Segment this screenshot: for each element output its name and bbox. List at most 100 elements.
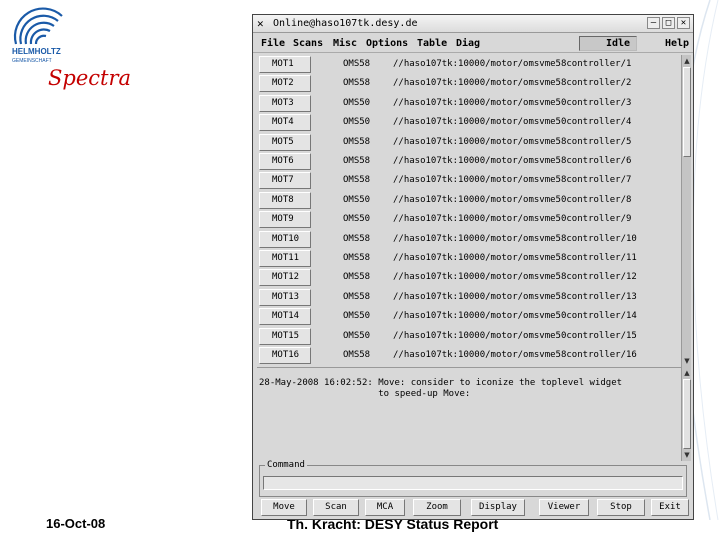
scroll-up-icon[interactable]: ▲ <box>682 368 692 378</box>
motor-button[interactable]: MOT4 <box>259 114 311 132</box>
minimize-icon[interactable]: – <box>647 17 660 29</box>
motor-button[interactable]: MOT15 <box>259 327 311 345</box>
motor-button[interactable]: MOT6 <box>259 153 311 170</box>
menu-help[interactable]: Help <box>665 38 689 49</box>
command-input[interactable] <box>263 476 683 490</box>
motor-row: MOT6 OMS58 //haso107tk:10000/motor/omsvme5… <box>257 153 681 171</box>
motor-path: //haso107tk:10000/motor/omsvme58controll… <box>393 291 637 302</box>
motor-type: OMS50 <box>343 97 371 108</box>
zoom-button[interactable]: Zoom <box>413 499 461 516</box>
status-idle: Idle <box>579 36 637 51</box>
motor-button[interactable]: MOT16 <box>259 347 311 364</box>
motor-button[interactable]: MOT9 <box>259 211 311 229</box>
motor-type: OMS50 <box>343 117 371 128</box>
motor-row: MOT9 OMS50 //haso107tk:10000/motor/omsvme5… <box>257 211 681 229</box>
motor-button[interactable]: MOT14 <box>259 308 311 326</box>
motor-row: MOT14 OMS50 //haso107tk:10000/motor/omsvme… <box>257 308 681 326</box>
motor-path: //haso107tk:10000/motor/omsvme58controll… <box>393 272 637 283</box>
motor-path: //haso107tk:10000/motor/omsvme58controll… <box>393 350 637 360</box>
scan-button[interactable]: Scan <box>313 499 359 516</box>
motor-button[interactable]: MOT10 <box>259 230 311 248</box>
menu-file[interactable]: File <box>261 38 285 49</box>
motor-row: MOT8 OMS50 //haso107tk:10000/motor/omsvme5… <box>257 191 681 210</box>
menu-table[interactable]: Table <box>417 38 447 49</box>
online-window: ✕ Online@haso107tk.desy.de – □ ✕ File Sc… <box>252 14 694 520</box>
motor-row: MOT16 OMS58 //haso107tk:10000/motor/omsvme… <box>257 347 681 365</box>
motor-path: //haso107tk:10000/motor/omsvme50controll… <box>393 311 637 322</box>
logo-subtext: GEMEINSCHAFT <box>12 58 52 64</box>
window-titlebar[interactable]: ✕ Online@haso107tk.desy.de – □ ✕ <box>253 15 693 33</box>
log-scrollbar[interactable]: ▲ ▼ <box>681 367 691 461</box>
motor-row: MOT5 OMS58 //haso107tk:10000/motor/omsvme5… <box>257 133 681 152</box>
stop-button[interactable]: Stop <box>597 499 645 516</box>
motor-type: OMS58 <box>343 233 371 244</box>
scroll-thumb[interactable] <box>683 379 691 449</box>
scroll-thumb[interactable] <box>683 67 691 157</box>
footer-date: 16-Oct-08 <box>46 516 106 531</box>
viewer-button[interactable]: Viewer <box>539 499 589 516</box>
motor-list: MOT1 OMS58 //haso107tk:10000/motor/omsvme5… <box>257 55 681 367</box>
motor-path: //haso107tk:10000/motor/omsvme58controll… <box>393 59 632 69</box>
scroll-down-icon[interactable]: ▼ <box>682 450 692 460</box>
motor-button[interactable]: MOT1 <box>259 56 311 73</box>
menubar: File Scans Misc Options Table Diag Idle … <box>253 34 693 53</box>
motor-row: MOT2 OMS58 //haso107tk:10000/motor/omsvme5… <box>257 75 681 93</box>
close-icon[interactable]: ✕ <box>677 17 690 29</box>
motor-row: MOT3 OMS50 //haso107tk:10000/motor/omsvme5… <box>257 94 681 113</box>
motor-type: OMS58 <box>343 78 371 89</box>
motor-button[interactable]: MOT7 <box>259 172 311 190</box>
motor-path: //haso107tk:10000/motor/omsvme50controll… <box>393 194 632 205</box>
motor-list-scrollbar[interactable]: ▲ ▼ <box>681 55 691 367</box>
command-label: Command <box>265 460 307 470</box>
motor-path: //haso107tk:10000/motor/omsvme58controll… <box>393 175 632 186</box>
motor-button[interactable]: MOT12 <box>259 269 311 287</box>
exit-button[interactable]: Exit <box>651 499 689 516</box>
motor-type: OMS58 <box>343 156 371 166</box>
motor-row: MOT1 OMS58 //haso107tk:10000/motor/omsvme5… <box>257 56 681 74</box>
motor-row: MOT7 OMS58 //haso107tk:10000/motor/omsvme5… <box>257 172 681 190</box>
motor-row: MOT10 OMS58 //haso107tk:10000/motor/omsvme… <box>257 230 681 249</box>
scroll-down-icon[interactable]: ▼ <box>682 356 692 366</box>
window-menu-icon[interactable]: ✕ <box>257 17 264 30</box>
move-button[interactable]: Move <box>261 499 307 516</box>
motor-row: MOT12 OMS58 //haso107tk:10000/motor/omsvme… <box>257 269 681 287</box>
motor-path: //haso107tk:10000/motor/omsvme58controll… <box>393 156 632 166</box>
motor-type: OMS58 <box>343 291 371 302</box>
motor-button[interactable]: MOT3 <box>259 94 311 112</box>
motor-path: //haso107tk:10000/motor/omsvme58controll… <box>393 78 632 89</box>
menu-scans[interactable]: Scans <box>293 38 323 49</box>
motor-row: MOT4 OMS50 //haso107tk:10000/motor/omsvme5… <box>257 114 681 132</box>
motor-type: OMS58 <box>343 253 371 263</box>
log-panel: 28-May-2008 16:02:52: Move: consider to … <box>257 367 681 461</box>
motor-row: MOT11 OMS58 //haso107tk:10000/motor/omsvme… <box>257 250 681 268</box>
motor-type: OMS58 <box>343 136 371 147</box>
action-bar: Move Scan MCA Zoom Display Viewer Stop E… <box>257 499 689 519</box>
mca-button[interactable]: MCA <box>365 499 405 516</box>
motor-type: OMS50 <box>343 194 371 205</box>
window-title: Online@haso107tk.desy.de <box>273 18 418 29</box>
motor-type: OMS58 <box>343 350 371 360</box>
motor-path: //haso107tk:10000/motor/omsvme50controll… <box>393 117 632 128</box>
motor-row: MOT15 OMS50 //haso107tk:10000/motor/omsvme… <box>257 327 681 346</box>
motor-row: MOT13 OMS58 //haso107tk:10000/motor/omsvme… <box>257 288 681 307</box>
motor-button[interactable]: MOT5 <box>259 133 311 151</box>
logo-text: HELMHOLTZ <box>12 47 61 56</box>
helmholtz-logo: HELMHOLTZ GEMEINSCHAFT <box>12 7 63 64</box>
motor-type: OMS50 <box>343 330 371 341</box>
motor-path: //haso107tk:10000/motor/omsvme50controll… <box>393 97 632 108</box>
motor-type: OMS50 <box>343 311 371 322</box>
motor-path: //haso107tk:10000/motor/omsvme58controll… <box>393 136 632 147</box>
motor-type: OMS50 <box>343 214 371 225</box>
motor-button[interactable]: MOT11 <box>259 250 311 267</box>
menu-misc[interactable]: Misc <box>333 38 357 49</box>
display-button[interactable]: Display <box>471 499 525 516</box>
motor-button[interactable]: MOT13 <box>259 288 311 306</box>
menu-options[interactable]: Options <box>366 38 408 49</box>
motor-path: //haso107tk:10000/motor/omsvme50controll… <box>393 214 632 225</box>
log-line: 28-May-2008 16:02:52: Move: consider to … <box>259 378 623 388</box>
maximize-icon[interactable]: □ <box>662 17 675 29</box>
motor-button[interactable]: MOT2 <box>259 75 311 93</box>
motor-button[interactable]: MOT8 <box>259 191 311 209</box>
scroll-up-icon[interactable]: ▲ <box>682 56 692 66</box>
menu-diag[interactable]: Diag <box>456 38 480 49</box>
